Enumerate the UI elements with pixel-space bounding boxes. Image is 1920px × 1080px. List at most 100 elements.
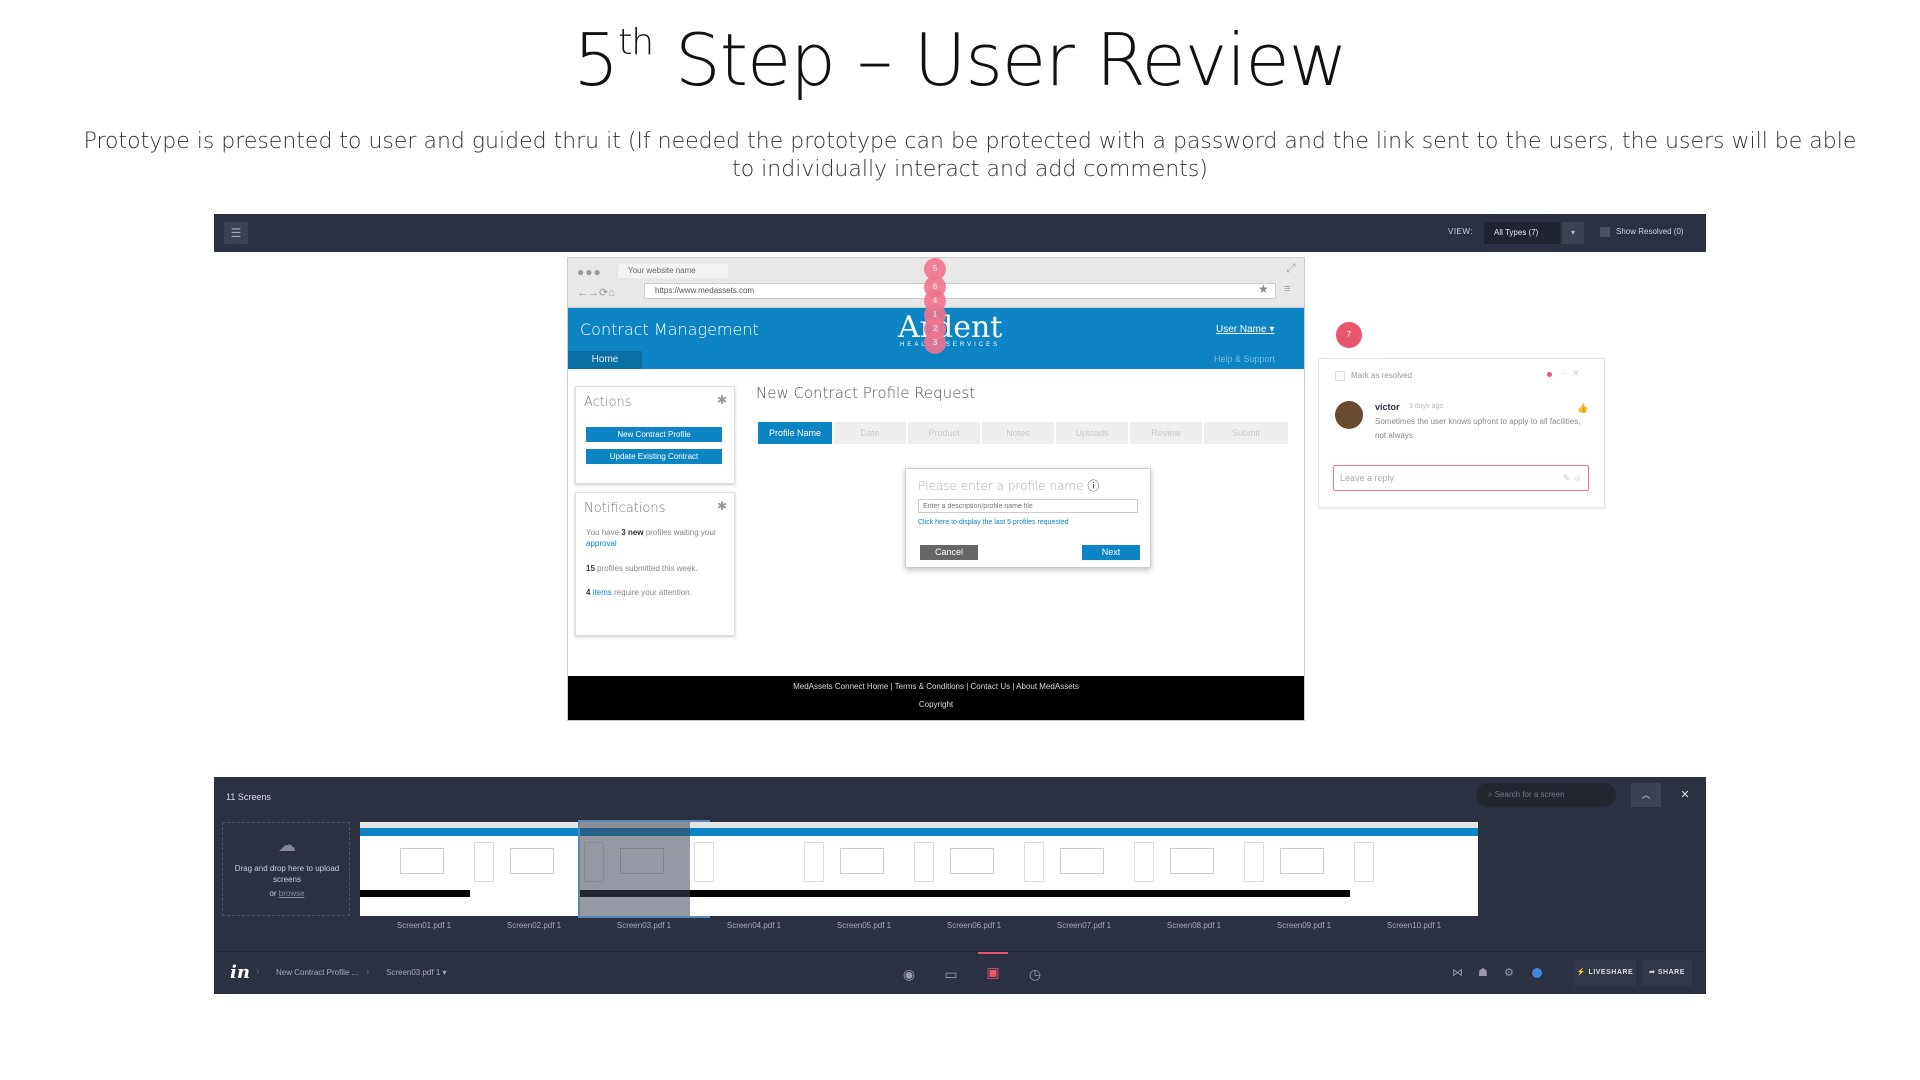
actions-card: Actions ✱ New Contract Profile Update Ex… xyxy=(575,386,735,484)
next-button[interactable]: Next xyxy=(1082,545,1140,560)
close-icon[interactable]: ✕ xyxy=(1670,783,1700,807)
mark-resolved-checkbox[interactable] xyxy=(1335,371,1345,381)
liveshare-label: LIVESHARE xyxy=(1588,969,1634,976)
step-profile-name[interactable]: Profile Name xyxy=(758,422,832,444)
invision-bottom-bar: in › New Contract Profile ... › Screen03… xyxy=(214,951,1706,994)
slide-title: 5th Step – User Review xyxy=(0,18,1920,102)
breadcrumb-screen[interactable]: Screen03.pdf 1 ▾ xyxy=(386,968,447,977)
share-network-icon[interactable]: ⋈ xyxy=(1452,966,1463,979)
approval-link[interactable]: approval xyxy=(586,539,617,548)
thumb-footer xyxy=(800,890,928,897)
preview-mode-eye-icon[interactable]: ◉ xyxy=(894,962,924,986)
screen-label: Screen04.pdf 1 xyxy=(726,921,782,930)
screen-thumbnail-selected[interactable] xyxy=(578,820,710,918)
screens-count: 11 Screens xyxy=(226,792,271,802)
thumb-content xyxy=(950,848,994,874)
invision-logo[interactable]: in xyxy=(230,962,250,983)
gear-icon[interactable]: ⚙ xyxy=(1504,966,1514,979)
screen-search-input[interactable]: ⌕ Search for a screen xyxy=(1476,783,1616,807)
cancel-button[interactable]: Cancel xyxy=(920,545,978,560)
liveshare-button[interactable]: ⚡ LIVESHARE xyxy=(1574,960,1636,986)
comment-pin[interactable]: 3 xyxy=(924,332,946,354)
show-resolved-toggle[interactable]: Show Resolved (0) xyxy=(1600,227,1684,237)
title-superscript: th xyxy=(618,22,654,63)
chevron-down-icon[interactable]: ▾ xyxy=(1562,222,1584,244)
chevron-down-icon: ▾ xyxy=(442,968,447,977)
thumb-selection-shade xyxy=(580,822,708,916)
screen-thumbnail[interactable] xyxy=(1020,822,1148,916)
notif-text: profiles waiting your xyxy=(643,528,717,537)
thumb-content xyxy=(1244,842,1264,882)
step-product[interactable]: Product xyxy=(908,422,980,444)
reply-attach-icons[interactable]: ✎ ☺ xyxy=(1563,466,1582,490)
nav-help-support[interactable]: Help & Support xyxy=(1214,354,1275,364)
reply-input[interactable]: Leave a reply ✎ ☺ xyxy=(1333,465,1589,491)
thumb-header xyxy=(360,828,488,836)
comment-author: victor xyxy=(1375,402,1400,412)
screen-label: Screen02.pdf 1 xyxy=(506,921,562,930)
gear-icon[interactable]: ✱ xyxy=(717,499,727,513)
profile-name-dialog: Please enter a profile name ⓘ Click here… xyxy=(905,468,1151,568)
user-status-dot xyxy=(1532,968,1542,978)
screen-label: Screen05.pdf 1 xyxy=(836,921,892,930)
nav-home[interactable]: Home xyxy=(568,351,642,369)
screen-thumbnail[interactable] xyxy=(690,822,818,916)
chevron-up-icon[interactable]: ︿ xyxy=(1631,783,1661,807)
update-existing-contract-button[interactable]: Update Existing Contract xyxy=(586,449,722,464)
screen-thumbnail[interactable] xyxy=(800,822,928,916)
screen-thumbnail[interactable] xyxy=(360,822,488,916)
notifications-card: Notifications ✱ You have 3 new profiles … xyxy=(575,492,735,636)
step-date[interactable]: Date xyxy=(834,422,906,444)
comment-actions: -✕ xyxy=(1563,368,1586,379)
screen-thumbnail[interactable] xyxy=(470,822,598,916)
thumb-header xyxy=(1240,828,1368,836)
breadcrumb-screen-label: Screen03.pdf 1 xyxy=(386,968,441,977)
show-resolved-checkbox[interactable] xyxy=(1600,227,1610,237)
screen-thumbnail[interactable] xyxy=(1350,822,1478,916)
like-icon[interactable]: 👍 xyxy=(1577,403,1588,414)
gear-icon[interactable]: ✱ xyxy=(717,393,727,407)
browse-link[interactable]: browse xyxy=(279,889,305,898)
close-icon[interactable]: ✕ xyxy=(1572,368,1586,378)
notif-text: require your attention. xyxy=(611,588,692,597)
comment-pin-active[interactable]: 7 xyxy=(1336,322,1362,348)
screen-label: Screen07.pdf 1 xyxy=(1056,921,1112,930)
breadcrumb-project[interactable]: New Contract Profile ... xyxy=(276,968,358,977)
thumb-content xyxy=(914,842,934,882)
step-notes[interactable]: Notes xyxy=(982,422,1054,444)
thumb-header xyxy=(1130,828,1258,836)
thumb-footer xyxy=(910,890,1038,897)
thumb-content xyxy=(840,848,884,874)
inspect-icon[interactable]: ☗ xyxy=(1478,966,1488,979)
view-type-select[interactable]: All Types (7) xyxy=(1484,222,1560,244)
last-profiles-link[interactable]: Click here to display the last 5 profile… xyxy=(918,519,1069,526)
upload-dropzone[interactable]: ☁ Drag and drop here to upload screens o… xyxy=(222,822,350,916)
screen-thumbnail[interactable] xyxy=(1130,822,1258,916)
notification-attention: 4 items require your attention. xyxy=(586,587,726,598)
expand-icon[interactable]: ⤢ xyxy=(1286,261,1296,276)
profile-name-input[interactable] xyxy=(918,499,1138,513)
user-menu[interactable]: User Name ▾ xyxy=(1216,324,1274,335)
notification-waiting: You have 3 new profiles waiting your app… xyxy=(586,527,726,549)
step-review[interactable]: Review xyxy=(1130,422,1202,444)
share-button[interactable]: ➦ SHARE xyxy=(1642,960,1692,986)
screen-thumbnail[interactable] xyxy=(910,822,1038,916)
window-controls-icon: ●●● xyxy=(577,265,602,279)
thumb-header xyxy=(470,828,598,836)
items-link[interactable]: items xyxy=(590,588,612,597)
new-contract-profile-button[interactable]: New Contract Profile xyxy=(586,427,722,442)
screen-label: Screen09.pdf 1 xyxy=(1276,921,1332,930)
step-submit[interactable]: Submit xyxy=(1204,422,1288,444)
screen-thumbnail[interactable] xyxy=(1240,822,1368,916)
title-text: Step – User Review xyxy=(653,18,1348,102)
footer-links[interactable]: MedAssets Connect Home | Terms & Conditi… xyxy=(568,682,1304,691)
menu-icon[interactable]: ☰ xyxy=(224,222,248,244)
screen-label: Screen03.pdf 1 xyxy=(616,921,672,930)
mark-resolved-toggle[interactable]: Mark as resolved xyxy=(1335,371,1412,381)
step-uploads[interactable]: Uploads xyxy=(1056,422,1128,444)
comment-mode-icon[interactable]: ▣ xyxy=(978,952,1008,986)
history-mode-clock-icon[interactable]: ◷ xyxy=(1020,962,1050,986)
build-mode-icon[interactable]: ▭ xyxy=(936,962,966,986)
screen-label: Screen08.pdf 1 xyxy=(1166,921,1222,930)
minimize-icon[interactable]: - xyxy=(1563,368,1572,378)
